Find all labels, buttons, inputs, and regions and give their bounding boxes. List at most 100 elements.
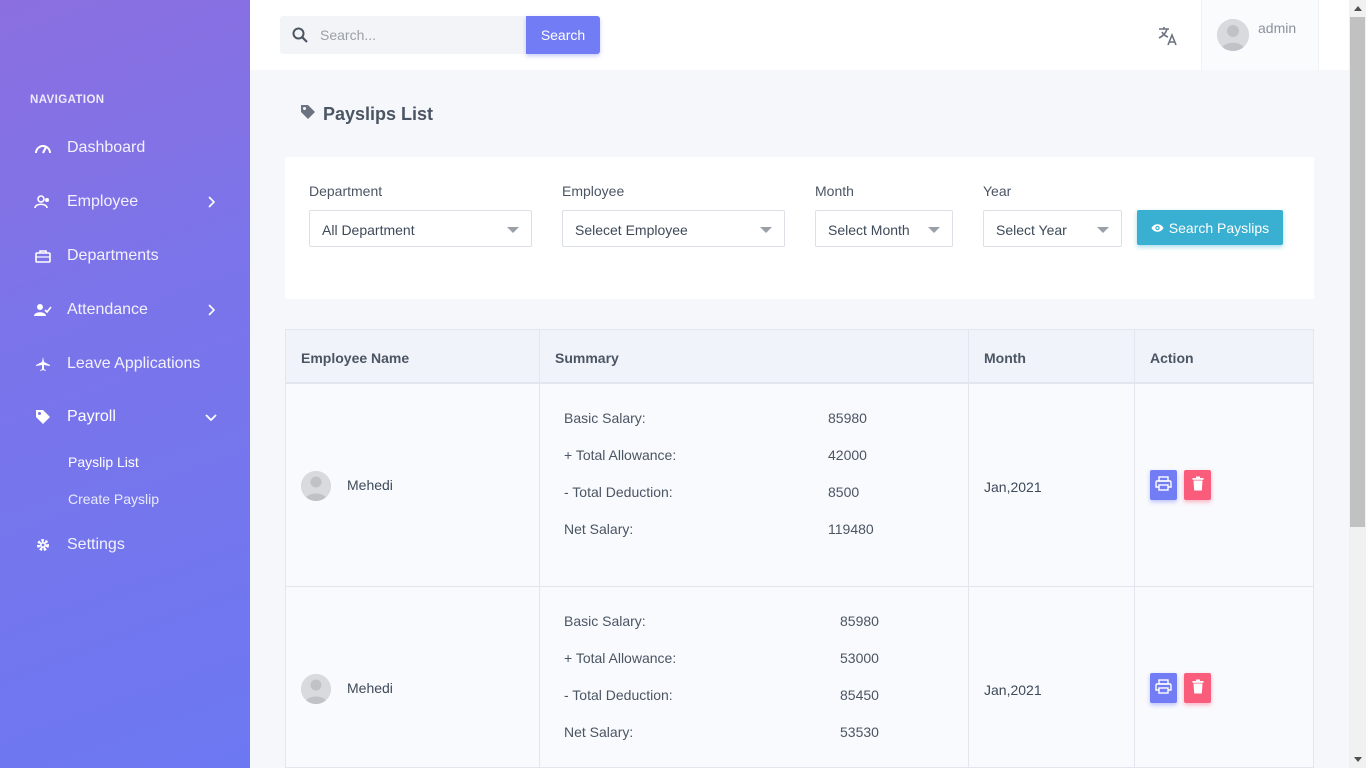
sidebar-item-label: Employee [67,193,139,210]
search-box [280,16,526,54]
speedometer-icon [34,139,52,157]
sidebar-item-employee[interactable]: Employee [0,182,250,222]
sidebar-item-label: Leave Applications [67,355,201,372]
gear-icon [34,536,52,554]
caret-down-icon [928,227,940,233]
department-select[interactable]: All Department [309,210,532,247]
sidebar-subitem-create-payslip[interactable]: Create Payslip [68,491,159,507]
summary-label-total-allowance: + Total Allowance: [564,650,677,666]
avatar [301,674,331,704]
scroll-up-arrow-icon[interactable] [1349,0,1366,17]
scroll-down-arrow-icon[interactable] [1349,751,1366,768]
divider [1318,0,1319,70]
trash-icon [1192,679,1204,697]
briefcase-icon [34,247,52,265]
delete-button[interactable] [1184,470,1211,500]
sidebar-item-label: Departments [67,247,159,264]
scrollbar-thumb[interactable] [1350,17,1365,527]
sidebar-item-departments[interactable]: Departments [0,236,250,276]
column-header-action: Action [1150,350,1194,366]
avatar [1217,19,1249,51]
summary-value-total-deduction: 8500 [828,484,860,500]
payslip-month: Jan,2021 [984,479,1042,495]
print-button[interactable] [1150,470,1177,500]
month-select-value: Select Month [828,222,910,238]
summary-label-basic-salary: Basic Salary: [564,613,646,629]
employee-name: Mehedi [347,477,393,493]
sidebar-item-label: Settings [67,536,125,553]
year-label: Year [983,183,1012,199]
summary-label-total-deduction: - Total Deduction: [564,687,673,703]
department-label: Department [309,183,383,199]
airplane-icon [34,355,52,373]
trash-icon [1192,476,1204,494]
search-icon [292,27,308,48]
nav-heading: NAVIGATION [30,94,105,106]
summary-value-total-allowance: 42000 [828,447,867,463]
summary-value-net-salary: 119480 [828,521,874,537]
month-select[interactable]: Select Month [815,210,953,247]
user-name: admin [1258,20,1297,36]
filter-card: Department All Department Employee Selec… [285,157,1314,299]
summary-value-basic-salary: 85980 [828,410,867,426]
payslip-month: Jan,2021 [984,682,1042,698]
summary-label-net-salary: Net Salary: [564,521,634,537]
avatar [301,471,331,501]
user-check-icon [34,301,52,319]
summary-label-basic-salary: Basic Salary: [564,410,646,426]
translate-icon[interactable] [1156,24,1180,48]
month-label: Month [815,183,854,199]
sidebar-item-label: Dashboard [67,139,146,156]
sidebar-item-attendance[interactable]: Attendance [0,290,250,330]
tag-icon [34,408,52,426]
sidebar-item-dashboard[interactable]: Dashboard [0,128,250,168]
chevron-right-icon [205,304,217,316]
caret-down-icon [1097,227,1109,233]
search-button[interactable]: Search [526,16,600,54]
sidebar: NAVIGATION Dashboard Employee Department… [0,0,250,768]
eye-icon [1151,220,1164,236]
summary-value-total-allowance: 53000 [840,650,879,666]
table-row: Mehedi Basic Salary: 85980 + Total Allow… [286,384,1313,587]
sidebar-subitem-payslip-list[interactable]: Payslip List [68,454,139,470]
caret-down-icon [760,227,772,233]
page-title: Payslips List [300,104,433,125]
topbar: Search admin [250,0,1349,70]
column-header-summary: Summary [555,350,619,366]
employee-select-value: Selecet Employee [575,222,688,238]
payslips-table: Employee Name Summary Month Action Mehed… [285,329,1314,768]
sidebar-item-label: Attendance [67,301,148,318]
page-title-text: Payslips List [323,104,434,124]
year-select[interactable]: Select Year [983,210,1122,247]
caret-down-icon [507,227,519,233]
search-input[interactable] [320,16,520,54]
tag-icon [300,104,316,125]
search-payslips-button[interactable]: Search Payslips [1137,210,1283,245]
chevron-down-icon [205,411,217,423]
column-header-employee-name: Employee Name [301,350,410,366]
employee-select[interactable]: Selecet Employee [562,210,785,247]
table-header: Employee Name Summary Month Action [286,330,1313,384]
sidebar-item-label: Payroll [67,408,116,425]
chevron-right-icon [205,196,217,208]
table-row: Mehedi Basic Salary: 85980 + Total Allow… [286,587,1313,768]
summary-label-total-allowance: + Total Allowance: [564,447,677,463]
print-icon [1155,679,1172,697]
print-icon [1155,476,1172,494]
search-payslips-label: Search Payslips [1168,219,1270,236]
print-button[interactable] [1150,673,1177,703]
delete-button[interactable] [1184,673,1211,703]
summary-value-basic-salary: 85980 [840,613,879,629]
summary-value-net-salary: 53530 [840,724,879,740]
year-select-value: Select Year [996,222,1067,238]
sidebar-item-settings[interactable]: Settings [0,525,250,565]
summary-label-net-salary: Net Salary: [564,724,634,740]
user-menu[interactable]: admin [1202,0,1319,70]
sidebar-item-payroll[interactable]: Payroll [0,397,250,437]
sidebar-item-leave-applications[interactable]: Leave Applications [0,344,250,384]
department-select-value: All Department [322,222,415,238]
users-icon [34,193,52,211]
page-scrollbar[interactable] [1349,0,1366,768]
summary-label-total-deduction: - Total Deduction: [564,484,673,500]
summary-value-total-deduction: 85450 [840,687,879,703]
